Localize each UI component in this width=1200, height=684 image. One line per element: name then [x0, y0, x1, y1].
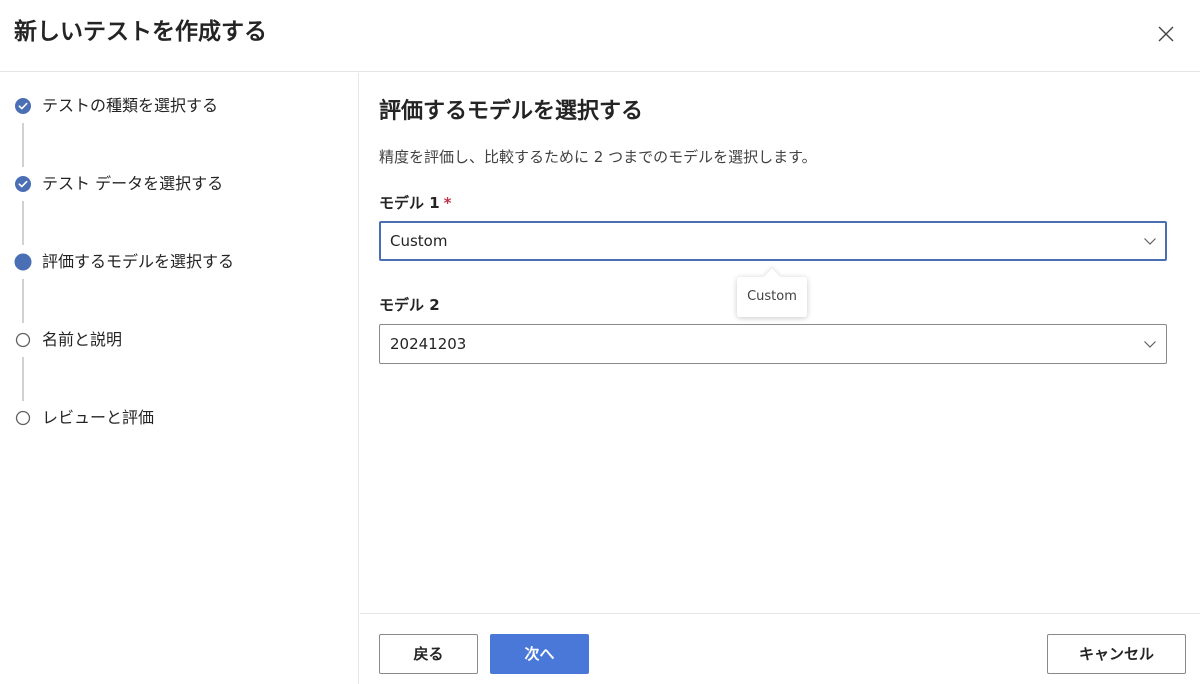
- model2-label: モデル 2: [379, 296, 440, 314]
- step-connector: [22, 279, 24, 323]
- wizard-steps: テストの種類を選択する テスト データを選択する 評価するモデルを選択する 名前…: [0, 73, 359, 684]
- filled-circle-icon: [14, 253, 32, 271]
- tooltip: Custom: [737, 268, 807, 317]
- model2-dropdown[interactable]: 20241203: [379, 324, 1167, 364]
- checkmark-circle-icon: [15, 176, 31, 192]
- back-button[interactable]: 戻る: [379, 634, 478, 674]
- cancel-button[interactable]: キャンセル: [1047, 634, 1186, 674]
- close-button[interactable]: [1150, 18, 1182, 50]
- section-description: 精度を評価し、比較するために 2 つまでのモデルを選択します。: [379, 148, 817, 166]
- step-label: テストの種類を選択する: [42, 96, 219, 115]
- step-label: 名前と説明: [42, 330, 123, 349]
- section-title: 評価するモデルを選択する: [379, 99, 644, 124]
- footer-divider: [360, 613, 1200, 614]
- close-icon: [1158, 26, 1174, 42]
- step-label: 評価するモデルを選択する: [42, 252, 235, 271]
- model1-label: モデル 1 *: [379, 192, 452, 214]
- required-marker: *: [443, 194, 452, 212]
- step-label: レビューと評価: [42, 408, 155, 427]
- empty-circle-icon: [15, 410, 31, 426]
- tooltip-arrow: [763, 268, 781, 286]
- model2-value: 20241203: [390, 335, 467, 353]
- main-panel: 評価するモデルを選択する 精度を評価し、比較するために 2 つまでのモデルを選択…: [360, 73, 1200, 684]
- next-button[interactable]: 次へ: [490, 634, 589, 674]
- dialog-title: 新しいテストを作成する: [14, 19, 267, 45]
- chevron-down-icon: [1144, 238, 1156, 245]
- model1-value: Custom: [390, 232, 448, 250]
- model1-dropdown[interactable]: Custom: [379, 221, 1167, 261]
- step-connector: [22, 201, 24, 245]
- dialog-header: 新しいテストを作成する: [0, 0, 1200, 72]
- chevron-down-icon: [1144, 341, 1156, 348]
- step-connector: [22, 357, 24, 401]
- step-connector: [22, 123, 24, 167]
- empty-circle-icon: [15, 332, 31, 348]
- tooltip-text: Custom: [747, 289, 797, 304]
- model1-label-text: モデル 1: [379, 194, 440, 212]
- step-label: テスト データを選択する: [42, 174, 224, 193]
- checkmark-circle-icon: [15, 98, 31, 114]
